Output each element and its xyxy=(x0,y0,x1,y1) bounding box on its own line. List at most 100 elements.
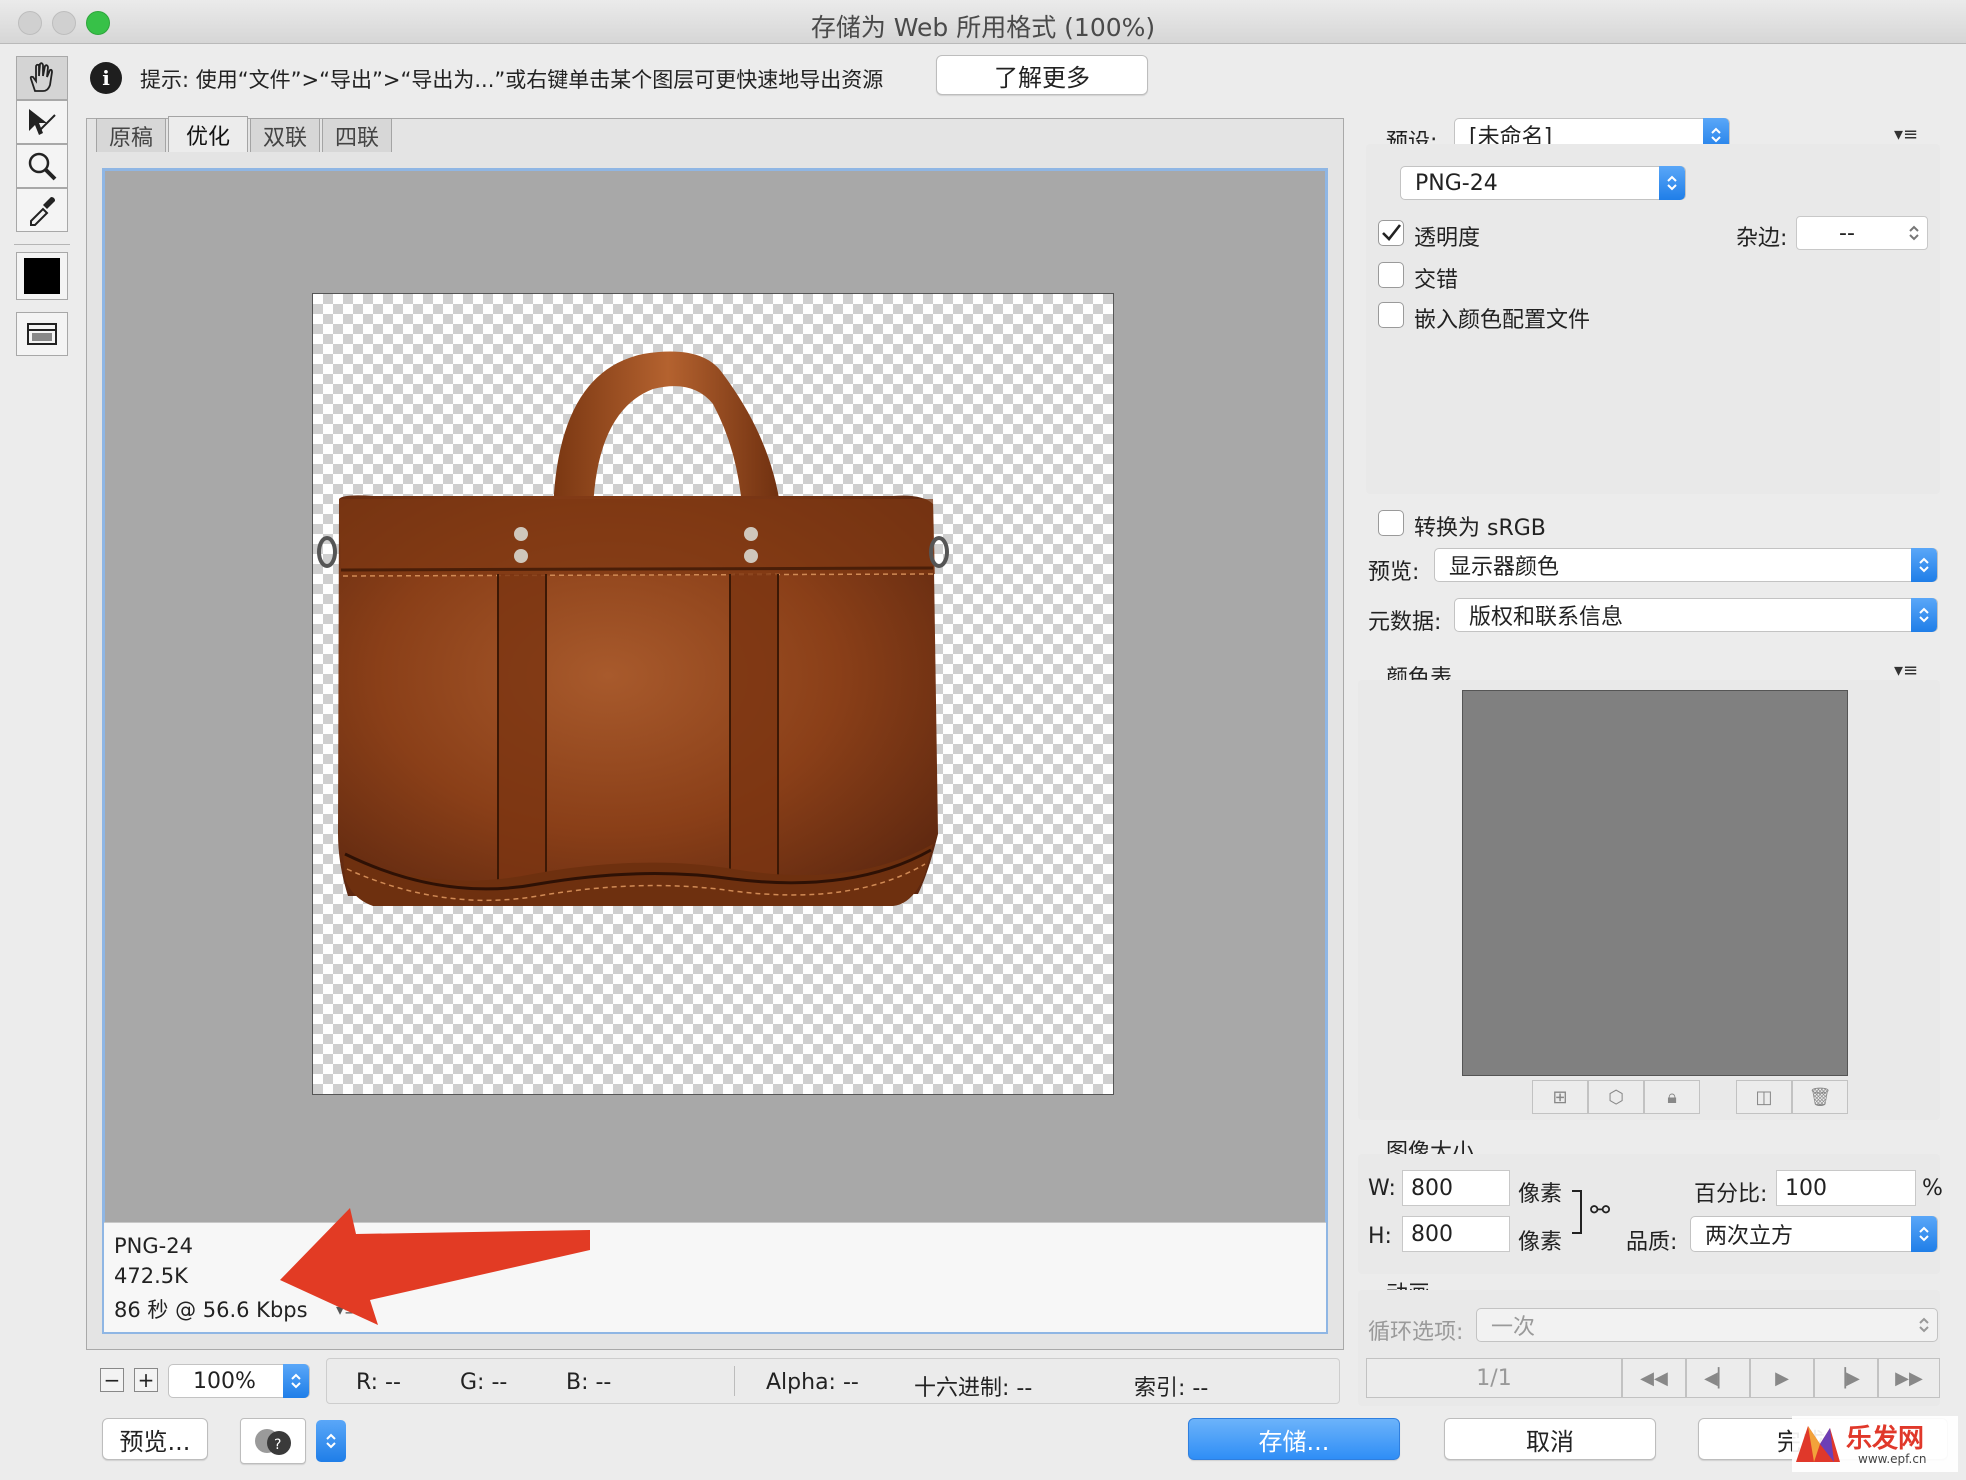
checkmark-icon xyxy=(1382,224,1402,241)
hand-icon xyxy=(29,62,53,92)
percent-input[interactable]: 100 xyxy=(1776,1170,1916,1206)
convert-srgb-label: 转换为 sRGB xyxy=(1414,516,1546,541)
zoom-in-button[interactable]: + xyxy=(134,1368,158,1392)
toggle-slices-button[interactable] xyxy=(16,312,68,356)
zoom-level-select[interactable]: 100% xyxy=(168,1364,310,1398)
height-input[interactable]: 800 xyxy=(1402,1216,1510,1252)
cube-icon: ⬡ xyxy=(1608,1086,1624,1108)
quality-label: 品质: xyxy=(1626,1230,1678,1255)
lock-icon: 🔒︎ xyxy=(1667,1086,1677,1108)
interlaced-checkbox[interactable] xyxy=(1378,262,1404,288)
image-canvas[interactable] xyxy=(312,293,1114,1095)
chevron-updown-icon xyxy=(326,1433,336,1449)
play-icon: ▶ xyxy=(1775,1367,1789,1389)
frame-counter: 1/1 xyxy=(1366,1358,1622,1398)
pixel-r: R: -- xyxy=(356,1370,401,1395)
annotation-arrow xyxy=(280,1208,590,1325)
previous-frame-button[interactable]: ◀▏ xyxy=(1686,1358,1750,1398)
format-select[interactable]: PNG-24 xyxy=(1400,166,1686,200)
svg-text:?: ? xyxy=(274,1437,281,1453)
tab-4-up[interactable]: 四联 xyxy=(322,118,392,152)
preset-menu-icon[interactable]: ▾≡ xyxy=(1894,124,1918,145)
step-forward-icon: ▕▶ xyxy=(1832,1367,1860,1389)
title-bar: 存储为 Web 所用格式 (100%) xyxy=(0,0,1966,44)
chevron-updown-icon xyxy=(1907,223,1921,249)
metadata-select[interactable]: 版权和联系信息 xyxy=(1454,598,1938,632)
metadata-label: 元数据: xyxy=(1368,610,1442,635)
chevron-updown-icon xyxy=(1911,1216,1937,1252)
quality-value: 两次立方 xyxy=(1705,1224,1794,1249)
lock-color-button[interactable]: 🔒︎ xyxy=(1644,1080,1700,1114)
browser-select-dropdown[interactable] xyxy=(316,1420,346,1462)
chevron-updown-icon xyxy=(1911,548,1937,582)
transparency-checkbox[interactable] xyxy=(1378,220,1404,246)
magnifier-icon xyxy=(28,152,57,181)
preview-label: 预览: xyxy=(1368,560,1420,585)
transparency-map-icon: ⊞ xyxy=(1552,1086,1568,1108)
first-frame-button[interactable]: ◀◀ xyxy=(1622,1358,1686,1398)
watermark: 乐发网 www.epf.cn xyxy=(1792,1416,1958,1472)
save-button[interactable]: 存储... xyxy=(1188,1418,1400,1460)
eyedropper-color-swatch[interactable] xyxy=(16,252,68,300)
link-chain-icon[interactable]: ⚯ xyxy=(1590,1196,1610,1224)
quality-select[interactable]: 两次立方 xyxy=(1690,1216,1938,1252)
height-label: H: xyxy=(1368,1224,1392,1249)
info-format: PNG-24 xyxy=(114,1234,193,1258)
tab-original[interactable]: 原稿 xyxy=(96,118,166,152)
pixel-hex: 十六进制: -- xyxy=(914,1376,1033,1401)
chevron-updown-icon xyxy=(1911,598,1937,632)
zoom-out-button[interactable]: − xyxy=(100,1368,124,1392)
map-transparent-button[interactable]: ⊞ xyxy=(1532,1080,1588,1114)
hint-text: 提示: 使用“文件”>“导出”>“导出为...”或右键单击某个图层可更快速地导出… xyxy=(140,68,884,92)
width-unit: 像素 xyxy=(1518,1182,1563,1207)
metadata-value: 版权和联系信息 xyxy=(1469,605,1624,630)
transparency-label: 透明度 xyxy=(1414,226,1481,251)
color-table-menu-icon[interactable]: ▾≡ xyxy=(1894,660,1918,681)
convert-srgb-checkbox[interactable] xyxy=(1378,510,1404,536)
zoom-level-value: 100% xyxy=(193,1368,256,1394)
tab-optimized[interactable]: 优化 xyxy=(168,116,248,152)
preview-color-select[interactable]: 显示器颜色 xyxy=(1434,548,1938,582)
new-color-button[interactable]: ◫ xyxy=(1736,1080,1792,1114)
learn-more-button[interactable]: 了解更多 xyxy=(936,55,1148,95)
eyedropper-tool[interactable] xyxy=(16,188,68,232)
web-shift-button[interactable]: ⬡ xyxy=(1588,1080,1644,1114)
delete-color-button[interactable]: 🗑︎ xyxy=(1792,1080,1848,1114)
loop-options-select[interactable]: 一次 xyxy=(1476,1308,1938,1342)
tool-divider xyxy=(14,244,70,245)
swatch-color xyxy=(24,258,60,294)
window-title: 存储为 Web 所用格式 (100%) xyxy=(810,13,1156,42)
last-frame-button[interactable]: ▶▶ xyxy=(1878,1358,1940,1398)
matte-select[interactable]: -- xyxy=(1796,216,1928,250)
rewind-icon: ◀◀ xyxy=(1640,1367,1668,1389)
preview-button[interactable]: 预览... xyxy=(102,1418,208,1460)
color-table-area[interactable] xyxy=(1462,690,1848,1076)
width-input[interactable]: 800 xyxy=(1402,1170,1510,1206)
slice-select-tool[interactable] xyxy=(16,100,68,144)
play-button[interactable]: ▶ xyxy=(1750,1358,1814,1398)
watermark-text: 乐发网 xyxy=(1846,1424,1925,1454)
info-file-size: 472.5K xyxy=(114,1264,188,1288)
chevron-updown-icon xyxy=(1659,166,1685,200)
embed-profile-checkbox[interactable] xyxy=(1378,302,1404,328)
loop-options-value: 一次 xyxy=(1491,1315,1536,1340)
browser-preview-button[interactable]: ? xyxy=(240,1418,306,1464)
info-icon: i xyxy=(90,62,122,94)
slices-icon xyxy=(27,323,57,345)
percent-unit: % xyxy=(1922,1176,1943,1201)
watermark-logo xyxy=(1796,1426,1840,1462)
zoom-tool[interactable] xyxy=(16,144,68,188)
trash-icon: 🗑︎ xyxy=(1808,1086,1832,1108)
pixel-index: 索引: -- xyxy=(1134,1376,1209,1401)
cancel-button[interactable]: 取消 xyxy=(1444,1418,1656,1460)
hand-tool[interactable] xyxy=(16,56,68,100)
step-back-icon: ◀▏ xyxy=(1704,1367,1732,1389)
pixel-g: G: -- xyxy=(460,1370,508,1395)
watermark-url: www.epf.cn xyxy=(1858,1452,1927,1466)
next-frame-button[interactable]: ▕▶ xyxy=(1814,1358,1878,1398)
constrain-bracket xyxy=(1572,1190,1582,1234)
chevron-updown-icon xyxy=(1917,1315,1931,1341)
width-label: W: xyxy=(1368,1176,1396,1201)
matte-label: 杂边: xyxy=(1736,226,1788,251)
tab-2-up[interactable]: 双联 xyxy=(250,118,320,152)
